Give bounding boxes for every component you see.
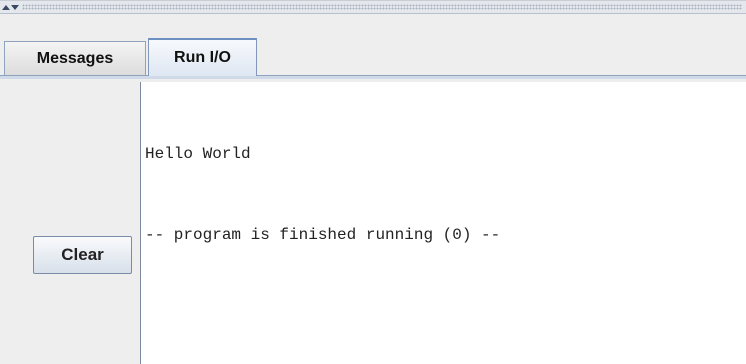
output-line: -- program is finished running (0) -- — [145, 226, 501, 244]
divider-grip — [22, 4, 742, 10]
tab-baseline — [0, 75, 746, 79]
tab-run-io[interactable]: Run I/O — [148, 38, 257, 76]
arrow-up-icon[interactable] — [2, 5, 10, 10]
run-io-content: Clear Hello World -- program is finished… — [0, 82, 746, 364]
tab-messages-label: Messages — [36, 49, 114, 67]
output-line: Hello World — [145, 145, 251, 163]
console-output[interactable]: Hello World -- program is finished runni… — [140, 82, 746, 364]
clear-button[interactable]: Clear — [33, 236, 132, 274]
clear-button-label: Clear — [61, 245, 104, 264]
button-panel: Clear — [0, 82, 140, 364]
split-pane-divider[interactable] — [0, 0, 746, 14]
run-io-panel: Messages Run I/O Clear Hello World -- pr… — [0, 0, 746, 364]
tab-strip: Messages Run I/O — [0, 36, 746, 79]
tab-messages[interactable]: Messages — [4, 41, 146, 75]
arrow-down-icon[interactable] — [11, 5, 19, 10]
tab-run-io-label: Run I/O — [174, 49, 231, 66]
